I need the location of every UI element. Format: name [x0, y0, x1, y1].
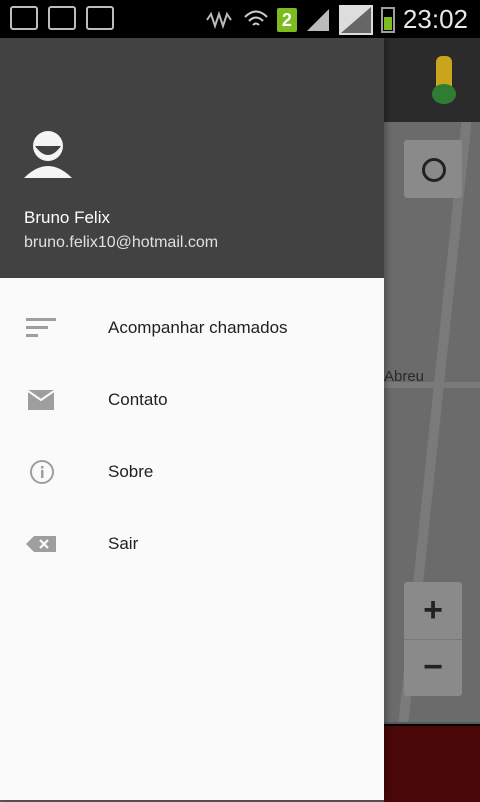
menu-item-acompanhar-chamados[interactable]: Acompanhar chamados	[0, 292, 384, 364]
signal-icon	[306, 8, 329, 31]
voicemail-icon	[86, 6, 114, 30]
menu-item-label: Contato	[108, 390, 168, 409]
avatar-icon	[24, 131, 72, 178]
gallery-icon	[48, 6, 76, 30]
zoom-controls: + −	[404, 582, 462, 696]
wifi-icon	[244, 10, 268, 26]
sim-badge: 2	[276, 7, 297, 32]
menu-item-contato[interactable]: Contato	[0, 364, 384, 436]
bottom-action-bar[interactable]	[384, 724, 480, 802]
signal-icon-2	[338, 4, 373, 35]
menu-item-label: Acompanhar chamados	[108, 318, 288, 337]
vibrate-icon	[206, 10, 232, 29]
map-pin-icon[interactable]	[432, 56, 456, 104]
menu-item-label: Sobre	[108, 462, 154, 481]
system-icons: 2 23:02	[205, 4, 468, 35]
clock: 23:02	[402, 4, 468, 34]
map-street-label: Abreu	[384, 368, 425, 385]
my-location-button[interactable]	[404, 140, 462, 198]
battery-icon	[380, 6, 395, 33]
menu-item-sobre[interactable]: Sobre	[0, 436, 384, 508]
list-icon	[26, 318, 56, 337]
menu-item-sair[interactable]: Sair	[0, 508, 384, 580]
zoom-out-button[interactable]: −	[404, 639, 462, 696]
navigation-drawer: Bruno Felix bruno.felix10@hotmail.com Ac…	[0, 38, 384, 800]
task-list-icon	[10, 6, 38, 30]
mail-icon	[27, 390, 55, 410]
drawer-header: Bruno Felix bruno.felix10@hotmail.com	[0, 38, 384, 278]
zoom-in-button[interactable]: +	[404, 582, 462, 640]
user-name: Bruno Felix	[24, 208, 110, 227]
backspace-icon	[26, 536, 56, 552]
user-email: bruno.felix10@hotmail.com	[24, 234, 219, 251]
notification-icons	[10, 6, 114, 30]
menu-item-label: Sair	[108, 534, 139, 553]
drawer-menu: Acompanhar chamados Contato Sobre Sair	[0, 292, 384, 580]
status-bar: 2 23:02	[0, 0, 480, 38]
info-icon	[30, 460, 54, 484]
